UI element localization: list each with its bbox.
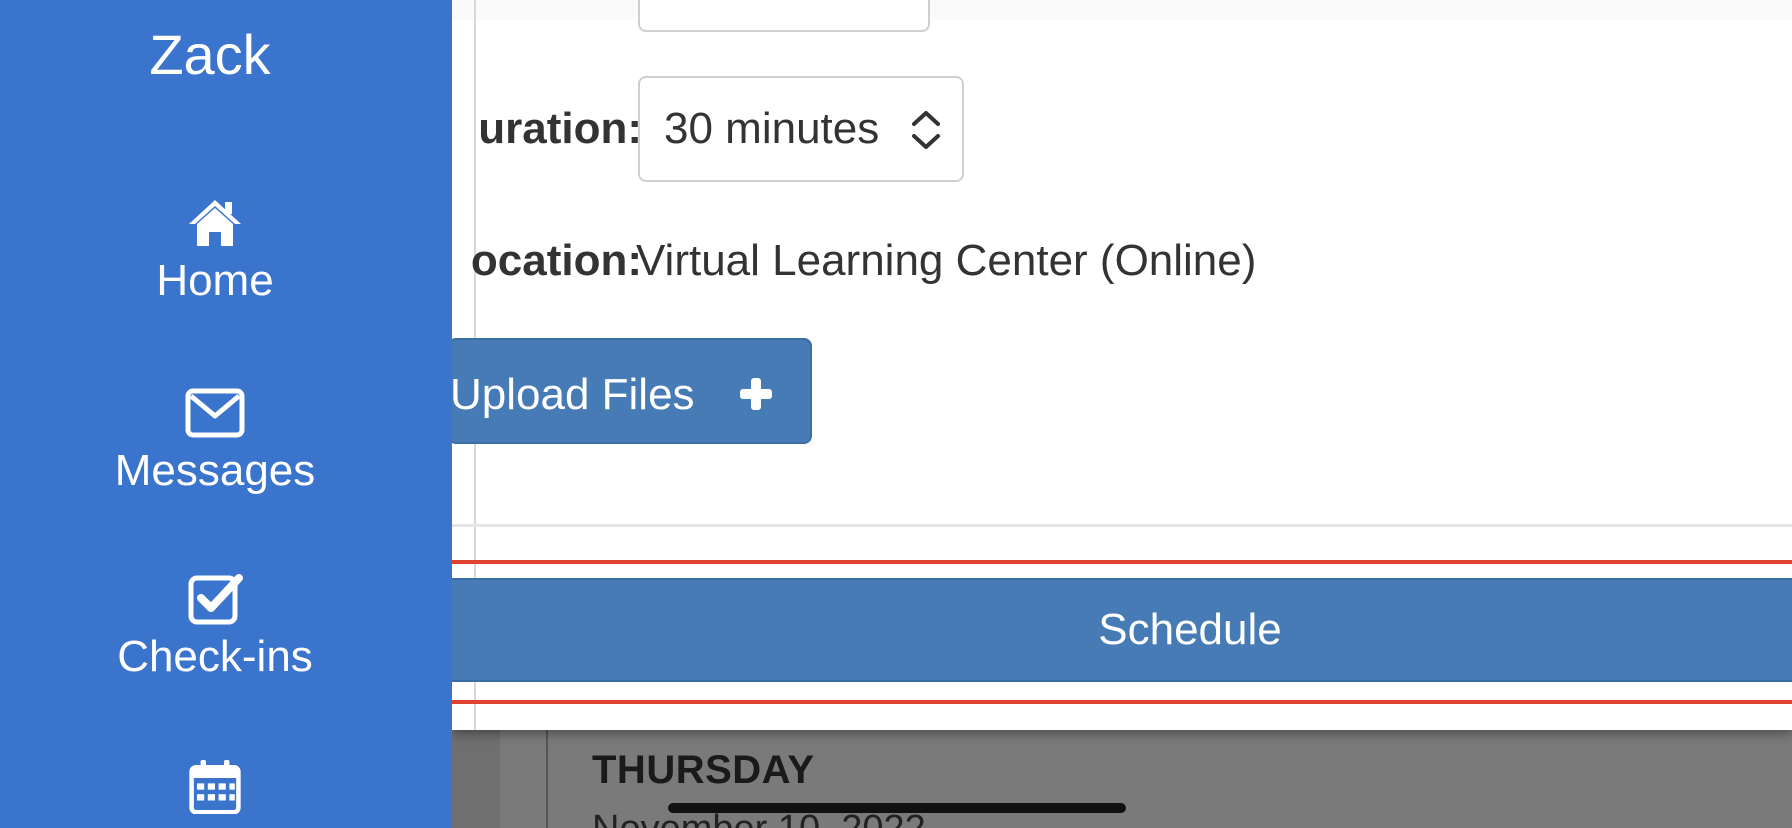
- user-name: Zack: [149, 23, 271, 86]
- previous-field-input[interactable]: [638, 0, 930, 32]
- schedule-button[interactable]: Schedule: [452, 578, 1792, 682]
- calendar-icon: [189, 760, 241, 814]
- plus-icon: [740, 378, 772, 410]
- envelope-icon: [185, 388, 245, 438]
- calendar-column: [452, 720, 500, 828]
- select-chevrons-icon: [912, 111, 940, 149]
- sidebar-item-calendar[interactable]: [0, 760, 430, 814]
- sidebar-item-label: Home: [156, 256, 274, 305]
- sidebar-item-checkins[interactable]: Check-ins: [0, 572, 430, 682]
- modal-footer-divider: [452, 524, 1792, 527]
- home-indicator: [668, 803, 1126, 813]
- schedule-modal: uration: 30 minutes ocation: Virtual Lea…: [448, 0, 1792, 730]
- upload-files-label: Upload Files: [450, 370, 695, 419]
- duration-select[interactable]: 30 minutes: [638, 76, 964, 182]
- location-label: ocation:: [470, 236, 642, 285]
- sidebar-item-label: Check-ins: [117, 632, 313, 681]
- sidebar-item-messages[interactable]: Messages: [0, 386, 430, 496]
- page: THURSDAY November 10, 2022 uration: 30 m…: [0, 0, 1792, 828]
- schedule-label: Schedule: [1098, 605, 1282, 654]
- home-icon: [189, 200, 241, 246]
- calendar-divider: [546, 720, 548, 828]
- calendar-day-name: THURSDAY: [592, 748, 815, 792]
- duration-value: 30 minutes: [664, 104, 880, 153]
- sidebar-item-home[interactable]: Home: [0, 196, 430, 306]
- sidebar: Zack Home Messages Check-ins: [0, 0, 452, 828]
- upload-files-button[interactable]: Upload Files: [448, 338, 812, 444]
- duration-label: uration:: [478, 104, 642, 153]
- location-value: Virtual Learning Center (Online): [636, 236, 1257, 285]
- sidebar-item-label: Messages: [114, 446, 316, 495]
- checkbox-icon: [188, 574, 243, 625]
